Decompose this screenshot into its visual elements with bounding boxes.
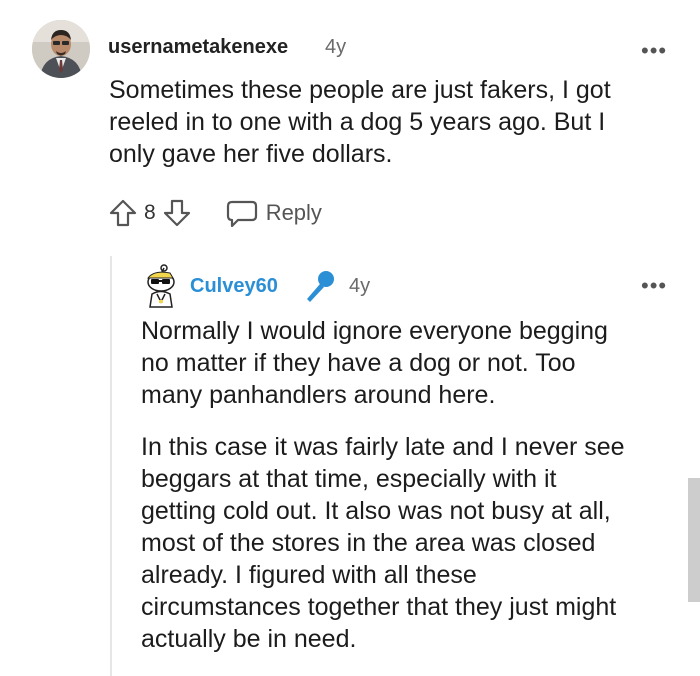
reply-author[interactable]: Culvey60 [190, 275, 278, 298]
microphone-badge [302, 268, 338, 309]
more-options-icon[interactable]: ••• [641, 40, 667, 62]
thread-line[interactable] [110, 256, 112, 676]
scrollbar-thumb[interactable] [688, 478, 700, 602]
reply-body-line: circumstances together that they just mi… [141, 593, 617, 621]
comment-body-line: only gave her five dollars. [109, 140, 393, 168]
microphone-icon [307, 271, 334, 302]
comment-age: 4y [325, 36, 347, 58]
upvote-button[interactable] [108, 198, 138, 228]
reply-body-line: In this case it was fairly late and I ne… [141, 433, 625, 461]
downvote-icon [163, 199, 190, 227]
reply-body-line: already. I figured with all these [141, 561, 477, 589]
vote-count: 8 [144, 201, 156, 224]
avatar[interactable] [140, 264, 182, 308]
avatar-photo [32, 20, 90, 78]
snoo-avatar [146, 264, 175, 308]
reply-body-line: beggars at that time, especially with it [141, 465, 557, 493]
reply-body-line: Normally I would ignore everyone begging [141, 317, 608, 345]
comment-body-line: Sometimes these people are just fakers, … [109, 76, 611, 104]
reply-button[interactable]: Reply [226, 198, 322, 228]
reply-body-line: most of the stores in the area was close… [141, 529, 596, 557]
reply-body-line: many panhandlers around here. [141, 381, 496, 409]
reply-body-paragraph: In this case it was fairly late and I ne… [141, 431, 625, 655]
comment-actions: 8 Reply [108, 195, 322, 231]
comment-thread: usernametakenexe 4y ••• Sometimes these … [0, 0, 700, 676]
reply-body-line: no matter if they have a dog or not. Too [141, 349, 576, 377]
reply-body-line: actually be in need. [141, 625, 357, 653]
comment-body-line: reeled in to one with a dog 5 years ago.… [109, 108, 606, 136]
reply-label: Reply [265, 200, 322, 225]
upvote-icon [109, 199, 137, 227]
reply-age: 4y [349, 275, 371, 297]
downvote-button[interactable] [162, 198, 192, 228]
comment-author[interactable]: usernametakenexe [108, 36, 288, 59]
reply-body-paragraph: Normally I would ignore everyone begging… [141, 315, 608, 411]
comment-body: Sometimes these people are just fakers, … [109, 74, 611, 170]
avatar[interactable] [32, 20, 90, 78]
reply-bubble-icon [226, 200, 257, 228]
more-options-icon[interactable]: ••• [641, 275, 667, 297]
reply-body-line: getting cold out. It also was not busy a… [141, 497, 611, 525]
